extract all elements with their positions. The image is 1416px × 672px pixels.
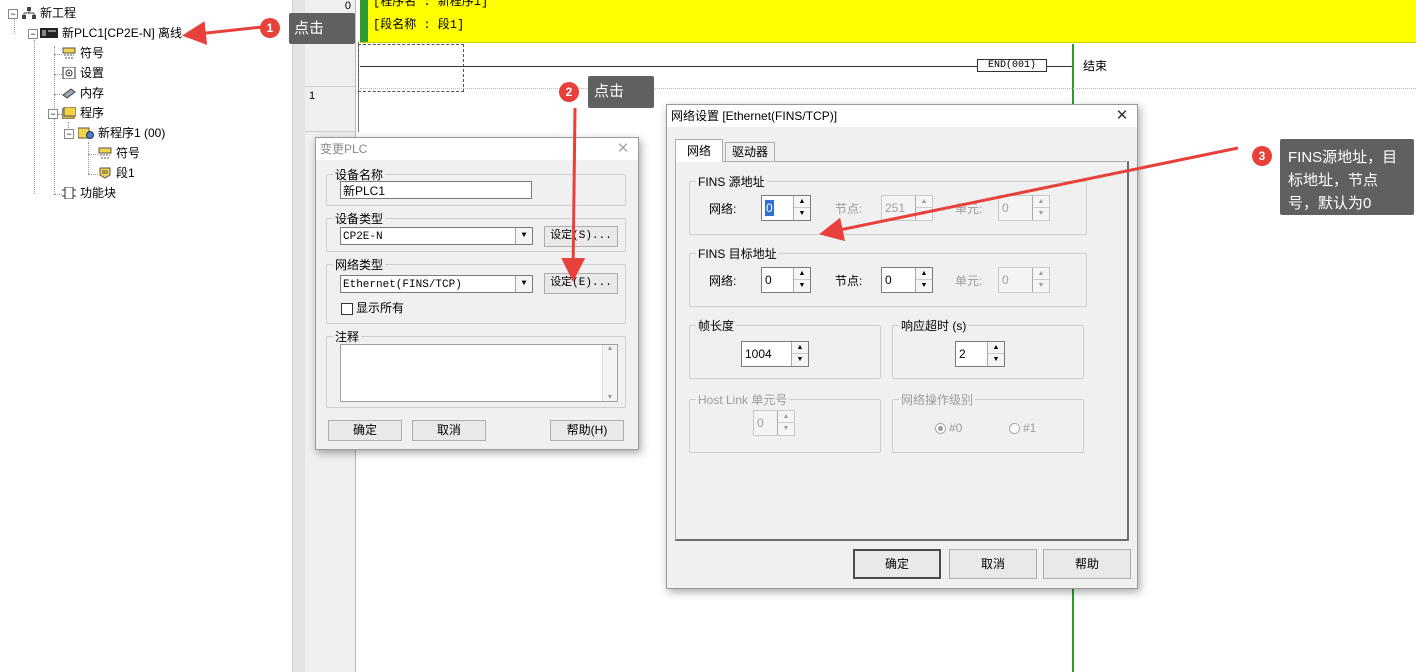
annotation-arrows — [182, 21, 1239, 282]
step2-badge: 2 — [559, 82, 579, 102]
tab-network[interactable]: 网络 — [675, 139, 723, 162]
step1-tooltip: 点击 — [289, 13, 355, 44]
arrow-step3 — [819, 146, 1239, 242]
arrow-step2 — [561, 107, 586, 282]
step3-badge: 3 — [1252, 146, 1272, 166]
step3-tooltip: FINS源地址，目标地址，节点号，默认为0 — [1280, 139, 1414, 215]
arrow-step1 — [182, 21, 263, 45]
step1-badge: 1 — [260, 18, 280, 38]
step2-tooltip: 点击 — [588, 76, 654, 108]
